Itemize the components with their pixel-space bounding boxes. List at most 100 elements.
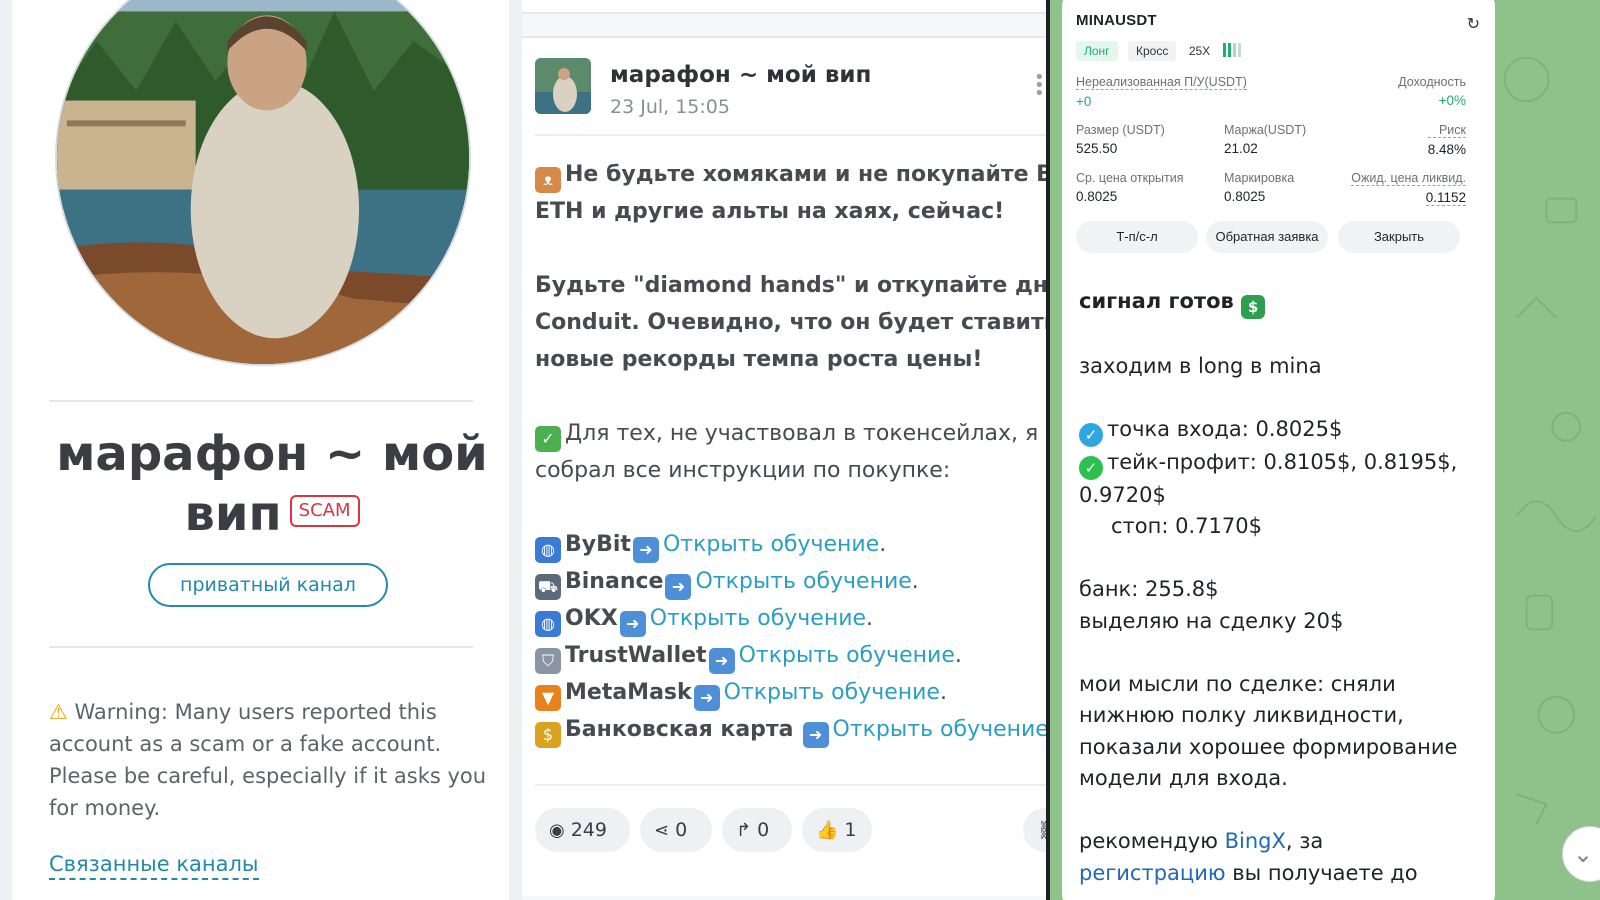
related-channels-link[interactable]: Связанные каналы xyxy=(49,852,259,880)
exchange-tutorial-link[interactable]: Открыть обучение xyxy=(695,569,911,594)
unrealized-pnl: Нереализованная П/У(USDT) +0 xyxy=(1076,75,1247,109)
shares-count: 0 xyxy=(675,819,688,841)
entry-text: точка входа: 0.8025$ xyxy=(1107,416,1343,441)
forward-button[interactable]: ↱ 0 xyxy=(722,808,792,852)
moneybag-icon: $ xyxy=(535,722,561,748)
post-line-4: . Очевидно, что он будет ставить xyxy=(631,310,1058,335)
telegram-chat-panel: MINAUSDT ↻ Лонг Кросс 25X Нереализованна… xyxy=(1046,0,1600,900)
post-line-3: Будьте "diamond hands" и откупайте дно xyxy=(535,273,1062,298)
thoughts-line-3: показали хорошее формирование xyxy=(1079,734,1458,759)
risk-value: 8.48% xyxy=(1427,142,1466,157)
exchange-name: Binance xyxy=(565,569,664,594)
post-paragraph-3: ✓ Для тех, не участвовал в токенсейлах, я… xyxy=(535,415,1062,489)
tpsl-button[interactable]: Т-п/с-л xyxy=(1076,221,1198,253)
take-profit-text: тейк-профит: 0.8105$, 0.8195$, xyxy=(1107,449,1458,474)
bingx-link[interactable]: BingX xyxy=(1225,829,1286,853)
shield-icon: ⛉ xyxy=(535,648,561,674)
trade-row-size: Размер (USDT) 525.50 Маржа(USDT) 21.02 Р… xyxy=(1076,123,1486,167)
exchange-row: ▼ MetaMask ➜ Открыть обучение. xyxy=(535,674,1062,711)
signal-bars-icon xyxy=(1222,43,1241,57)
exchange-list: ◍ ByBit ➜ Открыть обучение. ⛟ Binance ➜ Открыт… xyxy=(535,526,1062,748)
forward-icon: ↱ xyxy=(736,820,752,841)
exchange-row: ◍ OKX ➜ Открыть обучение. xyxy=(535,600,1062,637)
size-value: 525.50 xyxy=(1076,141,1118,156)
liq-value: 0.1152 xyxy=(1425,190,1466,206)
registration-row: регистрацию вы получаете до xyxy=(1079,858,1489,890)
cart-icon: ⛟ xyxy=(535,574,561,600)
position-size: Размер (USDT) 525.50 xyxy=(1076,123,1165,156)
signal-message: сигнал готов $ заходим в long в mina ✓ то… xyxy=(1079,286,1489,889)
exchange-row: $Банковская карта ➜Открыть обучение. xyxy=(535,711,1062,748)
mark-value: 0.8025 xyxy=(1224,189,1266,204)
like-button[interactable]: 👍 1 xyxy=(802,808,872,852)
profile-divider-bottom xyxy=(49,646,473,648)
private-channel-button[interactable]: приватный канал xyxy=(148,563,388,607)
signal-title-row: сигнал готов $ xyxy=(1079,286,1489,319)
entry-row: ✓ точка входа: 0.8025$ xyxy=(1079,414,1489,447)
trade-card: MINAUSDT ↻ Лонг Кросс 25X Нереализованна… xyxy=(1076,12,1486,255)
exchange-name: OKX xyxy=(565,606,618,631)
yield: Доходность +0% xyxy=(1398,75,1466,108)
previous-post-edge xyxy=(522,0,1062,14)
risk-label: Риск xyxy=(1427,123,1466,138)
globe-icon: ◍ xyxy=(535,611,561,637)
share-icon: ⋖ xyxy=(654,820,670,841)
close-position-button[interactable]: Закрыть xyxy=(1338,221,1460,253)
tag-leverage: 25X xyxy=(1188,44,1211,58)
exchange-tutorial-link[interactable]: Открыть обучение xyxy=(833,717,1049,742)
exchange-tutorial-link[interactable]: Открыть обучение xyxy=(724,680,940,705)
liquidation-price: Ожид. цена ликвид. 0.1152 xyxy=(1351,171,1466,206)
stop-text: стоп: 0.7170$ xyxy=(1111,514,1262,538)
globe-icon: ◍ xyxy=(535,537,561,563)
conduit-link[interactable]: Conduit xyxy=(535,310,631,335)
post-card: марафон ~ мой вип 23 Jul, 15:05 • • • ᴥ Не … xyxy=(522,36,1062,896)
green-check-icon: ✓ xyxy=(1079,455,1103,480)
exchange-row: ⛉ TrustWallet ➜ Открыть обучение. xyxy=(535,637,1062,674)
warning-text: Warning: Many users reported this accoun… xyxy=(49,700,487,820)
reverse-order-button[interactable]: Обратная заявка xyxy=(1206,221,1328,253)
post-channel-name[interactable]: марафон ~ мой вип xyxy=(610,62,871,88)
post-column: марафон ~ мой вип 23 Jul, 15:05 • • • ᴥ Не … xyxy=(522,0,1062,900)
bank-text: банк: 255.8$ xyxy=(1079,577,1219,601)
check-mark-icon: ✓ xyxy=(535,426,561,452)
post-line-1: Не будьте хомяками и не покупайте BTC, xyxy=(565,162,1062,187)
take-profit-text-2: 0.9720$ xyxy=(1079,482,1166,507)
share-button[interactable]: ⋖ 0 xyxy=(640,808,712,852)
arrow-right-icon: ➜ xyxy=(665,574,692,600)
exchange-tutorial-link[interactable]: Открыть обучение xyxy=(663,532,879,557)
post-header-divider xyxy=(535,134,1062,136)
views-counter: ◉ 249 xyxy=(535,808,630,852)
post-body: ᴥ Не будьте хомяками и не покупайте BTC, … xyxy=(535,156,1062,748)
yield-value: +0% xyxy=(1438,93,1466,108)
margin-value: 21.02 xyxy=(1224,141,1258,156)
post-avatar[interactable] xyxy=(535,58,591,114)
arrow-right-icon: ➜ xyxy=(708,648,735,674)
thoughts-line-1: мои мысли по сделке: сняли xyxy=(1079,671,1396,696)
tag-long: Лонг xyxy=(1076,41,1118,61)
forwards-count: 0 xyxy=(757,819,770,841)
warning-icon: ⚠ xyxy=(49,700,68,724)
profile-title-line1: марафон ~ мой xyxy=(56,426,488,482)
recommend-row: рекомендую BingX, за xyxy=(1079,826,1489,858)
unrealized-value: +0 xyxy=(1076,94,1092,109)
exchange-name: Банковская карта xyxy=(565,717,794,742)
tag-cross: Кросс xyxy=(1128,41,1177,61)
exchange-tutorial-link[interactable]: Открыть обучение xyxy=(650,606,866,631)
registration-link[interactable]: регистрацию xyxy=(1079,861,1226,885)
verified-check-icon: ✓ xyxy=(1079,422,1103,447)
yield-label: Доходность xyxy=(1398,75,1466,89)
signal-enter-line: заходим в long в mina xyxy=(1079,353,1322,378)
take-profit-row: ✓ тейк-профит: 0.8105$, 0.8195$, xyxy=(1079,447,1489,480)
exchange-tutorial-link[interactable]: Открыть обучение xyxy=(739,643,955,668)
risk: Риск 8.48% xyxy=(1427,123,1466,157)
thoughts-line-4: модели для входа. xyxy=(1079,766,1288,790)
trade-row-pnl: Нереализованная П/У(USDT) +0 Доходность … xyxy=(1076,75,1486,119)
more-options-icon[interactable]: • • • xyxy=(1034,69,1045,103)
share-refresh-icon[interactable]: ↻ xyxy=(1467,14,1480,34)
profile-divider-top xyxy=(49,400,473,402)
